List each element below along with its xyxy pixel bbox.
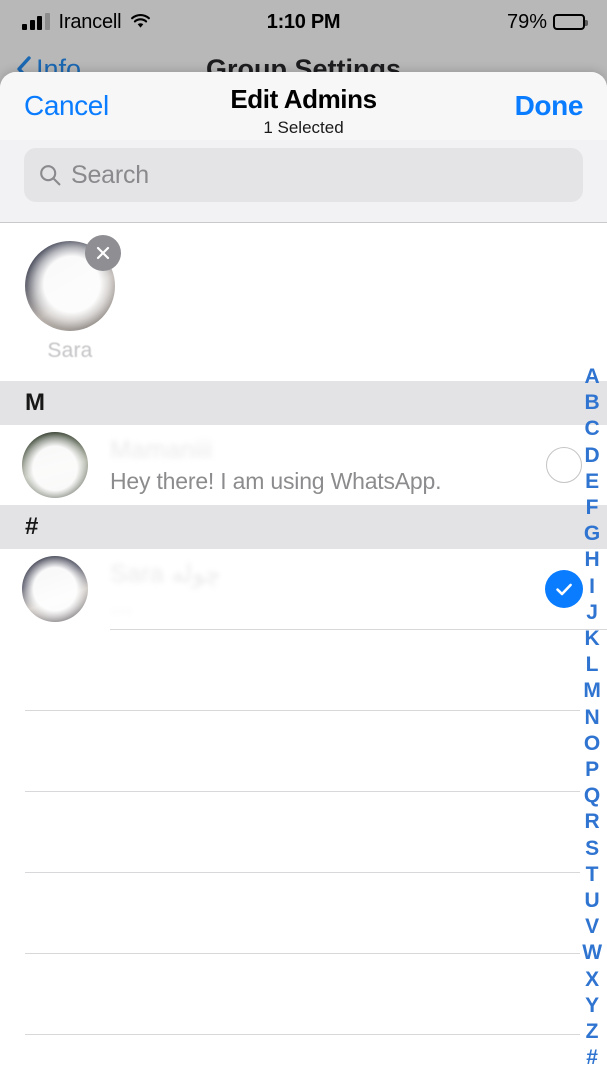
contact-status: Hey there! I am using WhatsApp.: [110, 468, 442, 494]
token-avatar-wrap: [25, 235, 121, 331]
index-letter[interactable]: Y: [585, 993, 599, 1019]
close-icon[interactable]: [85, 235, 121, 271]
empty-row: [0, 954, 607, 1034]
index-letter[interactable]: A: [585, 364, 600, 390]
index-letter[interactable]: X: [585, 967, 599, 993]
circle-unchecked-icon: [546, 447, 582, 483]
index-letter[interactable]: E: [585, 469, 599, 495]
index-letter[interactable]: J: [586, 600, 598, 626]
selected-token[interactable]: Sara: [22, 235, 121, 363]
index-letter[interactable]: Z: [586, 1019, 599, 1045]
index-letter[interactable]: I: [589, 574, 595, 600]
empty-row: [0, 711, 607, 791]
avatar: [22, 432, 88, 498]
index-letter[interactable]: G: [584, 521, 600, 547]
index-letter[interactable]: M: [583, 678, 601, 704]
index-letter[interactable]: N: [585, 705, 600, 731]
search-bar-container: Search: [0, 140, 607, 222]
avatar: [22, 556, 88, 622]
index-letter[interactable]: W: [582, 940, 602, 966]
battery-percent-label: 79%: [506, 10, 547, 33]
circle-checked-icon: [545, 570, 583, 608]
search-input[interactable]: Search: [24, 148, 583, 202]
index-letter[interactable]: V: [585, 914, 599, 940]
search-icon: [38, 163, 62, 187]
index-letter[interactable]: R: [585, 809, 600, 835]
index-letter[interactable]: O: [584, 731, 600, 757]
index-letter[interactable]: C: [585, 416, 600, 442]
list-item[interactable]: Sara چوله …: [0, 549, 607, 629]
search-placeholder: Search: [71, 160, 150, 189]
empty-row: [0, 1035, 607, 1080]
index-letter[interactable]: D: [585, 443, 600, 469]
empty-rows-area: [0, 630, 607, 1080]
empty-row: [0, 873, 607, 953]
status-bar-right: 79%: [304, 10, 588, 34]
index-letter[interactable]: Q: [584, 783, 600, 809]
index-letter[interactable]: P: [585, 757, 599, 783]
contact-name: Sara چوله: [110, 560, 221, 588]
done-button[interactable]: Done: [515, 90, 584, 122]
index-letter[interactable]: U: [585, 888, 600, 914]
index-letter[interactable]: L: [586, 652, 599, 678]
empty-row: [0, 792, 607, 872]
contact-list-hash: Sara چوله …: [0, 549, 607, 630]
empty-row: [0, 630, 607, 710]
contact-list-m: Mamaniii Hey there! I am using WhatsApp.: [0, 425, 607, 505]
contact-text: Mamaniii Hey there! I am using WhatsApp.: [88, 435, 521, 495]
contact-name: Mamaniii: [110, 436, 213, 464]
index-letter[interactable]: F: [586, 495, 599, 521]
index-letter[interactable]: S: [585, 836, 599, 862]
section-header-m: M: [0, 381, 607, 425]
index-letter[interactable]: H: [585, 547, 600, 573]
contact-text: Sara چوله …: [88, 559, 521, 619]
index-letter[interactable]: K: [585, 626, 600, 652]
list-item[interactable]: Mamaniii Hey there! I am using WhatsApp.: [0, 425, 607, 505]
selected-tokens-area: Sara: [0, 223, 607, 381]
index-letter[interactable]: #: [586, 1045, 598, 1071]
screen-root: Irancell 1:10 PM 79% Info Group Settings…: [0, 0, 607, 1080]
section-header-hash: #: [0, 505, 607, 549]
index-letter[interactable]: T: [586, 862, 599, 888]
battery-icon: [553, 14, 588, 30]
alphabet-index-bar[interactable]: A B C D E F G H I J K L M N O P Q R S T U V W X Y Z #: [579, 364, 605, 1071]
status-bar: Irancell 1:10 PM 79%: [0, 0, 607, 44]
contact-status: …: [110, 592, 133, 618]
edit-admins-sheet: Cancel Edit Admins 1 Selected Done Searc…: [0, 72, 607, 1080]
index-letter[interactable]: B: [585, 390, 600, 416]
sheet-header: Cancel Edit Admins 1 Selected Done: [0, 72, 607, 140]
token-label: Sara: [47, 339, 93, 362]
